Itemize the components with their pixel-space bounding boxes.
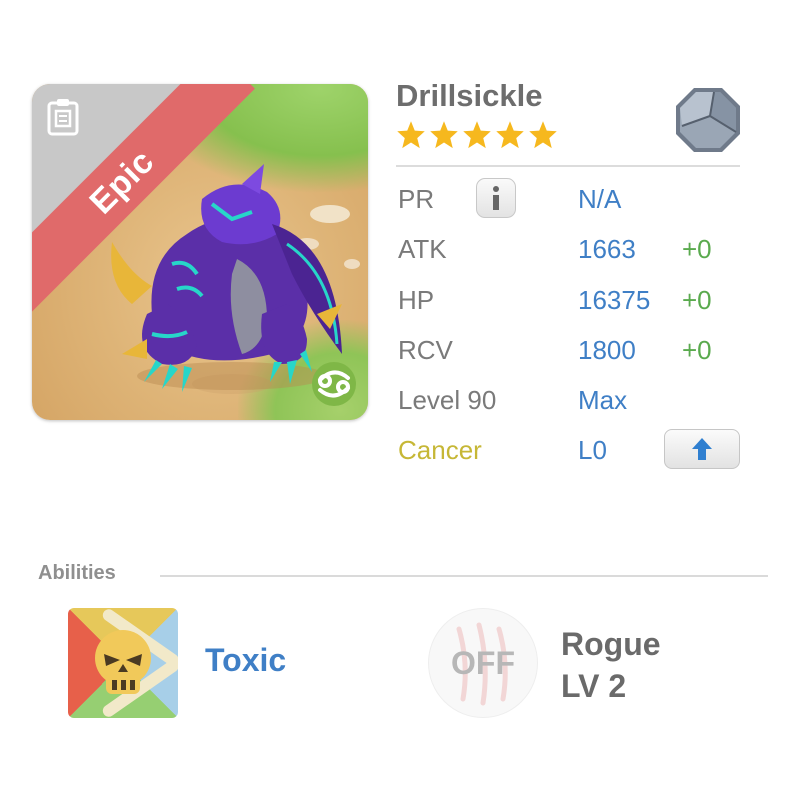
stat-bonus: +0 xyxy=(682,335,712,365)
ability-toxic-icon[interactable] xyxy=(68,608,178,718)
stat-row-sign: Cancer L0 xyxy=(396,429,746,469)
star-icon xyxy=(430,121,458,149)
stat-value: 1800 xyxy=(578,335,636,365)
stat-label: ATK xyxy=(398,234,447,264)
skull-crossbones-icon xyxy=(95,609,178,717)
star-icon xyxy=(463,121,491,149)
stat-row-hp: HP 16375 +0 xyxy=(396,279,746,319)
cancer-icon xyxy=(312,362,356,406)
zodiac-label: Cancer xyxy=(398,435,482,465)
abilities-heading: Abilities xyxy=(38,562,116,584)
monster-name: Drillsickle xyxy=(396,78,543,113)
stat-label: PR xyxy=(398,184,435,214)
stat-label: RCV xyxy=(398,335,453,365)
stat-value: 16375 xyxy=(578,285,651,315)
star-icon xyxy=(529,121,557,149)
stat-label: Level 90 xyxy=(398,385,497,415)
stat-value: Max xyxy=(578,385,628,415)
stat-row-pr: PR N/A xyxy=(396,178,746,218)
stat-row-rcv: RCV 1800 +0 xyxy=(396,329,746,369)
stat-value: L0 xyxy=(578,435,607,465)
stats-divider xyxy=(396,165,740,167)
stat-row-level: Level 90 Max xyxy=(396,379,746,419)
stat-bonus: +0 xyxy=(682,285,712,315)
ability-level: LV 2 xyxy=(561,668,627,704)
star-icon xyxy=(397,121,425,149)
ability-state-label: OFF xyxy=(451,645,515,681)
upgrade-button[interactable] xyxy=(664,429,740,469)
abilities-divider xyxy=(160,575,768,577)
stat-bonus: +0 xyxy=(682,234,712,264)
arrow-up-icon xyxy=(692,438,712,460)
ability-rogue-toggle[interactable]: OFF xyxy=(428,608,538,718)
stone-octagon-icon xyxy=(676,88,740,152)
ability-name-rogue: Rogue xyxy=(561,626,661,662)
info-icon xyxy=(493,186,499,210)
stat-value: N/A xyxy=(578,184,622,214)
star-rating xyxy=(396,120,558,152)
info-button[interactable] xyxy=(476,178,516,218)
monster-portrait: Epic xyxy=(32,84,368,420)
stat-value: 1663 xyxy=(578,234,636,264)
star-icon xyxy=(496,121,524,149)
clipboard-icon[interactable] xyxy=(46,98,80,136)
stat-row-atk: ATK 1663 +0 xyxy=(396,228,746,268)
stat-label: HP xyxy=(398,285,435,315)
ability-name-toxic[interactable]: Toxic xyxy=(205,642,286,679)
